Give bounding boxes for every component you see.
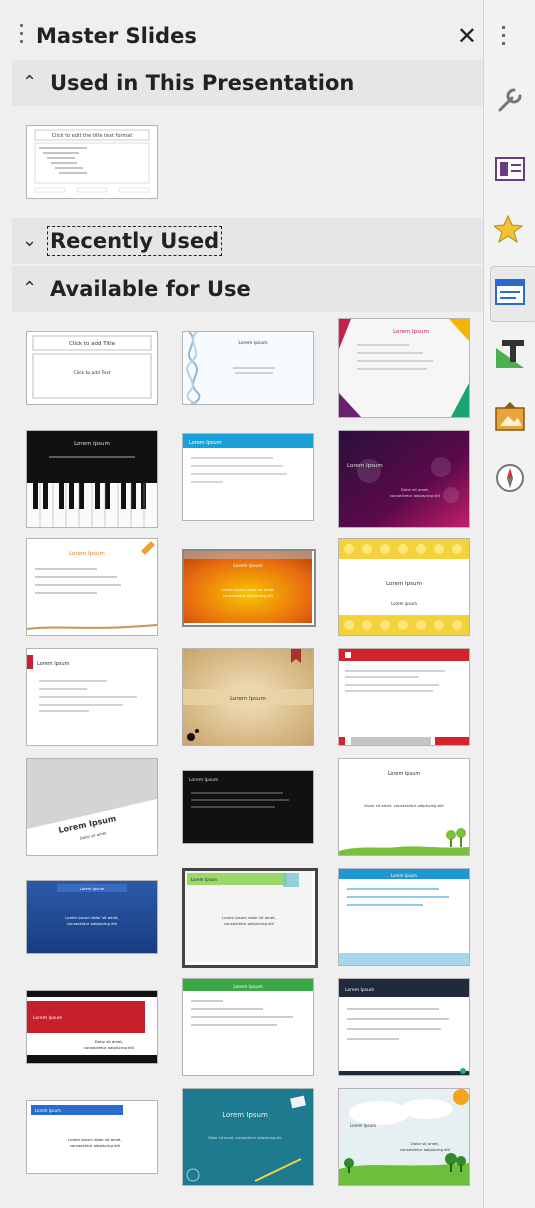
svg-text:consectetur adipiscing elit: consectetur adipiscing elit <box>70 1143 121 1148</box>
svg-text:Dolor sit amet, consectetur ad: Dolor sit amet, consectetur adipiscing e… <box>364 803 444 808</box>
master-thumb-dna[interactable]: Lorem Ipsum <box>182 331 314 405</box>
svg-text:Lorem Ipsum: Lorem Ipsum <box>222 1111 268 1119</box>
master-thumb-red-bar[interactable] <box>338 648 470 746</box>
svg-text:consectetur adipiscing elit: consectetur adipiscing elit <box>84 1045 135 1050</box>
svg-text:Lorem Ipsum: Lorem Ipsum <box>391 873 417 878</box>
thumb-title-text: Click to edit the title text format <box>52 133 133 139</box>
section-label: Used in This Presentation <box>50 71 355 95</box>
master-thumb-green-header[interactable]: Lorem Ipsum <box>182 978 314 1076</box>
svg-text:consectetur adipiscing elit: consectetur adipiscing elit <box>400 1147 451 1152</box>
master-thumb-midnight-blue[interactable]: Lorem Ipsum Dolor sit amet, consectetur … <box>338 430 470 528</box>
svg-text:Dolor sit amet,: Dolor sit amet, <box>401 487 429 492</box>
master-thumb-pencil[interactable]: Lorem Ipsum <box>26 538 158 636</box>
chevron-down-icon: ⌄ <box>22 230 38 251</box>
master-thumb-default[interactable]: Click to add Title Click to add Text <box>26 331 158 405</box>
master-thumb-red-accent[interactable]: Lorem Ipsum <box>26 648 158 746</box>
panel-title: Master Slides <box>36 24 197 48</box>
master-slides-icon[interactable] <box>494 276 526 308</box>
master-thumb-sunny[interactable]: Lorem Ipsum Dolor sit amet, consectetur … <box>338 1088 470 1186</box>
navigator-icon[interactable] <box>494 462 526 494</box>
svg-text:Dolor sit amet,: Dolor sit amet, <box>411 1141 439 1146</box>
master-thumb-old-paper[interactable]: Lorem Ipsum <box>182 648 314 746</box>
svg-text:Lorem Ipsum: Lorem Ipsum <box>35 1108 61 1113</box>
section-recently-used[interactable]: ⌄ Recently Used <box>12 218 483 264</box>
svg-text:consectetur adipiscing elit: consectetur adipiscing elit <box>224 921 275 926</box>
svg-text:Lorem Ipsum: Lorem Ipsum <box>189 777 218 783</box>
svg-text:Lorem Ipsum: Lorem Ipsum <box>80 886 105 891</box>
svg-text:consectetur adipiscing elit: consectetur adipiscing elit <box>390 493 441 498</box>
svg-text:Lorem Ipsum: Lorem Ipsum <box>393 329 429 335</box>
svg-text:Lorem ipsum dolor sit amet,: Lorem ipsum dolor sit amet, <box>65 915 119 920</box>
svg-text:consectetur adipiscing elit: consectetur adipiscing elit <box>67 921 118 926</box>
animation-icon[interactable] <box>492 214 526 246</box>
master-thumb-blue-tab[interactable]: Lorem Ipsum Lorem ipsum dolor sit amet, … <box>26 1100 158 1174</box>
master-thumb-yellow-honeycomb[interactable]: Lorem Ipsum Lorem ipsum <box>338 538 470 636</box>
section-available-for-use[interactable]: ⌃ Available for Use <box>12 266 483 312</box>
svg-text:Lorem Ipsum: Lorem Ipsum <box>233 984 262 990</box>
section-label: Recently Used <box>46 226 223 256</box>
properties-icon[interactable] <box>494 84 526 116</box>
chevron-up-icon: ⌃ <box>22 72 38 93</box>
master-thumb-focus[interactable]: Lorem Ipsum <box>338 318 470 418</box>
svg-text:Lorem Ipsum: Lorem Ipsum <box>347 463 383 469</box>
master-thumb-blueprint[interactable]: Lorem Ipsum Lorem ipsum dolor sit amet, … <box>26 880 158 954</box>
drag-handle-icon[interactable] <box>20 24 24 50</box>
svg-text:Lorem Ipsum: Lorem Ipsum <box>33 1015 62 1021</box>
svg-text:Lorem Ipsum: Lorem Ipsum <box>345 987 374 993</box>
svg-text:Dolor sit amet, consectetur ad: Dolor sit amet, consectetur adipiscing e… <box>208 1136 282 1140</box>
gallery-icon[interactable] <box>494 400 526 432</box>
svg-text:Lorem ipsum dolor sit amet,: Lorem ipsum dolor sit amet, <box>68 1137 122 1142</box>
sidebar-deck <box>484 0 535 1208</box>
master-slides-panel: Master Slides ✕ ⌃ Used in This Presentat… <box>0 0 484 1208</box>
section-label: Available for Use <box>50 277 251 301</box>
section-used-in-presentation[interactable]: ⌃ Used in This Presentation <box>12 60 483 106</box>
master-thumb-light-blue[interactable]: Lorem Ipsum <box>338 868 470 966</box>
svg-text:Lorem ipsum dolor sit amet,: Lorem ipsum dolor sit amet, <box>221 587 275 592</box>
slide-transition-icon[interactable] <box>494 152 526 184</box>
master-thumb-red-black[interactable]: Lorem Ipsum Dolor sit amet, consectetur … <box>26 990 158 1064</box>
master-thumb-nature[interactable]: Lorem Ipsum Dolor sit amet, consectetur … <box>338 758 470 856</box>
master-thumb-dark-grid[interactable]: Lorem Ipsum <box>182 770 314 844</box>
panel-titlebar: Master Slides ✕ <box>12 14 483 60</box>
svg-text:Lorem ipsum: Lorem ipsum <box>391 601 417 606</box>
drag-handle-icon[interactable] <box>502 26 505 50</box>
svg-text:Lorem Ipsum: Lorem Ipsum <box>350 1123 376 1128</box>
svg-text:Lorem Ipsum: Lorem Ipsum <box>69 551 105 557</box>
master-thumb-grey-diagonal[interactable]: Lorem Ipsum Dolor sit amet <box>26 758 158 856</box>
svg-text:Lorem Ipsum: Lorem Ipsum <box>37 661 70 667</box>
svg-text:Lorem Ipsum: Lorem Ipsum <box>189 440 222 446</box>
svg-text:Lorem Ipsum: Lorem Ipsum <box>388 771 421 777</box>
master-thumb-blue-bar[interactable]: Lorem Ipsum <box>182 433 314 521</box>
svg-text:Lorem ipsum dolor sit amet,: Lorem ipsum dolor sit amet, <box>222 915 276 920</box>
master-thumb-piano[interactable]: Lorem Ipsum <box>26 430 158 528</box>
master-thumb-default-used[interactable]: Click to edit the title text format <box>26 125 158 199</box>
styles-icon[interactable] <box>494 338 526 370</box>
master-thumb-dark-header[interactable]: Lorem Ipsum <box>338 978 470 1076</box>
svg-text:Lorem Ipsum: Lorem Ipsum <box>238 340 267 346</box>
svg-text:Click to add Title: Click to add Title <box>69 341 116 347</box>
chevron-up-icon: ⌃ <box>22 278 38 299</box>
master-thumb-classroom[interactable]: Lorem Ipsum Dolor sit amet, consectetur … <box>182 1088 314 1186</box>
svg-text:Lorem Ipsum: Lorem Ipsum <box>191 877 217 882</box>
master-thumb-green-frame[interactable]: Lorem Ipsum Lorem ipsum dolor sit amet, … <box>182 868 318 968</box>
close-icon[interactable]: ✕ <box>457 22 477 50</box>
svg-text:Lorem Ipsum: Lorem Ipsum <box>386 581 422 587</box>
svg-text:Click to add Text: Click to add Text <box>73 370 110 376</box>
svg-text:Lorem Ipsum: Lorem Ipsum <box>74 441 110 447</box>
master-thumb-vivid[interactable]: Lorem Ipsum Lorem ipsum dolor sit amet, … <box>182 549 316 627</box>
svg-text:Dolor sit amet,: Dolor sit amet, <box>95 1039 123 1044</box>
svg-text:consectetur adipiscing elit: consectetur adipiscing elit <box>223 593 274 598</box>
svg-text:Lorem Ipsum: Lorem Ipsum <box>233 563 262 569</box>
svg-text:Lorem Ipsum: Lorem Ipsum <box>230 696 266 702</box>
